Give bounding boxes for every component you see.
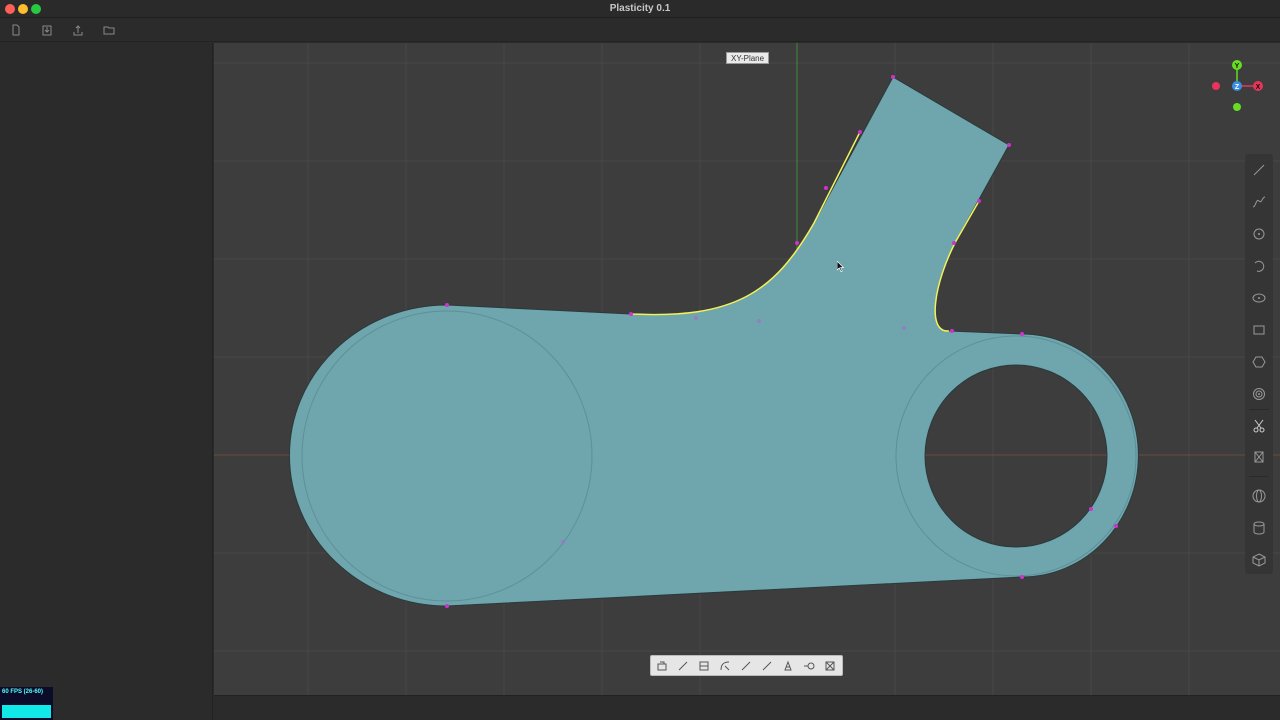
polygon-tool-button[interactable]	[1251, 354, 1267, 370]
extrude-command-button[interactable]	[779, 658, 796, 674]
offset-command-button[interactable]	[695, 658, 712, 674]
circle-tool-button[interactable]	[1251, 226, 1267, 242]
gizmo-axes: Y X Z	[1212, 60, 1263, 111]
import-button[interactable]	[39, 22, 55, 38]
box-icon	[1252, 553, 1266, 567]
gizmo-z-label: Z	[1235, 84, 1240, 91]
window-title: Plasticity 0.1	[609, 3, 671, 14]
3d-viewport[interactable]: XY-Plane	[214, 43, 1280, 695]
cylinder-icon	[1253, 521, 1265, 535]
new-file-button[interactable]	[8, 22, 24, 38]
scissors-icon	[1253, 419, 1265, 433]
polygon-icon	[1252, 356, 1266, 368]
line-icon	[741, 661, 750, 671]
curve-tool-button[interactable]	[1251, 194, 1267, 210]
line-command-button[interactable]	[674, 658, 691, 674]
offset-icon	[699, 661, 708, 671]
join-command-button[interactable]	[800, 658, 817, 674]
move-command-button[interactable]	[653, 658, 670, 674]
trim-icon	[825, 661, 834, 671]
line-command-button-3[interactable]	[758, 658, 775, 674]
line-tool-button[interactable]	[1251, 162, 1267, 178]
trim-icon	[1254, 451, 1264, 463]
sphere-tool-button[interactable]	[1251, 488, 1267, 504]
line-icon	[678, 661, 687, 671]
fillet-icon	[720, 661, 729, 671]
arc-tool-button[interactable]	[1251, 258, 1267, 274]
fillet-command-button[interactable]	[716, 658, 733, 674]
folder-icon	[103, 26, 115, 35]
curve-icon	[1252, 196, 1266, 208]
viewport-scene[interactable]	[214, 43, 1280, 695]
ellipse-icon	[1252, 293, 1266, 303]
open-folder-button[interactable]	[101, 22, 117, 38]
spiral-tool-button[interactable]	[1251, 386, 1267, 402]
right-tool-strip	[1245, 154, 1273, 574]
extrude-icon	[783, 660, 792, 671]
ellipse-tool-button[interactable]	[1251, 290, 1267, 306]
rectangle-icon	[1253, 325, 1265, 335]
fps-readout: 60 FPS (26-60)	[2, 689, 44, 695]
fps-meter: 60 FPS (26-60)	[0, 687, 53, 720]
line-command-button-2[interactable]	[737, 658, 754, 674]
spiral-icon	[1253, 388, 1265, 400]
trim-command-button[interactable]	[821, 658, 838, 674]
command-bar	[650, 655, 843, 676]
cylinder-tool-button[interactable]	[1251, 520, 1267, 536]
sphere-icon	[1252, 489, 1266, 503]
rectangle-tool-button[interactable]	[1251, 322, 1267, 338]
circle-icon	[1253, 228, 1265, 240]
export-button[interactable]	[70, 22, 86, 38]
import-icon	[42, 25, 52, 36]
plane-label: XY-Plane	[726, 52, 770, 64]
fps-graph-bar	[2, 705, 51, 718]
gizmo-x-label: X	[1256, 84, 1261, 91]
line-icon	[1253, 164, 1265, 176]
file-icon	[12, 24, 20, 36]
export-icon	[73, 25, 83, 36]
tool-separator	[1249, 476, 1269, 477]
outliner-sidebar	[0, 43, 213, 720]
top-toolbar	[0, 18, 1280, 42]
arc-icon	[1254, 260, 1265, 272]
status-bar	[214, 695, 1280, 720]
mouse-cursor-icon	[837, 261, 845, 272]
box-tool-button[interactable]	[1251, 552, 1267, 568]
tool-separator	[1249, 409, 1269, 410]
line-icon	[762, 661, 771, 671]
cut-tool-button[interactable]	[1251, 418, 1267, 434]
move-icon	[657, 661, 666, 671]
title-bar: Plasticity 0.1	[0, 0, 1280, 18]
orientation-gizmo[interactable]: Y X Z	[1205, 56, 1265, 116]
gizmo-y-label: Y	[1235, 63, 1240, 70]
trim-tool-button[interactable]	[1251, 449, 1267, 465]
sketch-face	[288, 76, 1139, 607]
join-icon	[803, 662, 814, 670]
